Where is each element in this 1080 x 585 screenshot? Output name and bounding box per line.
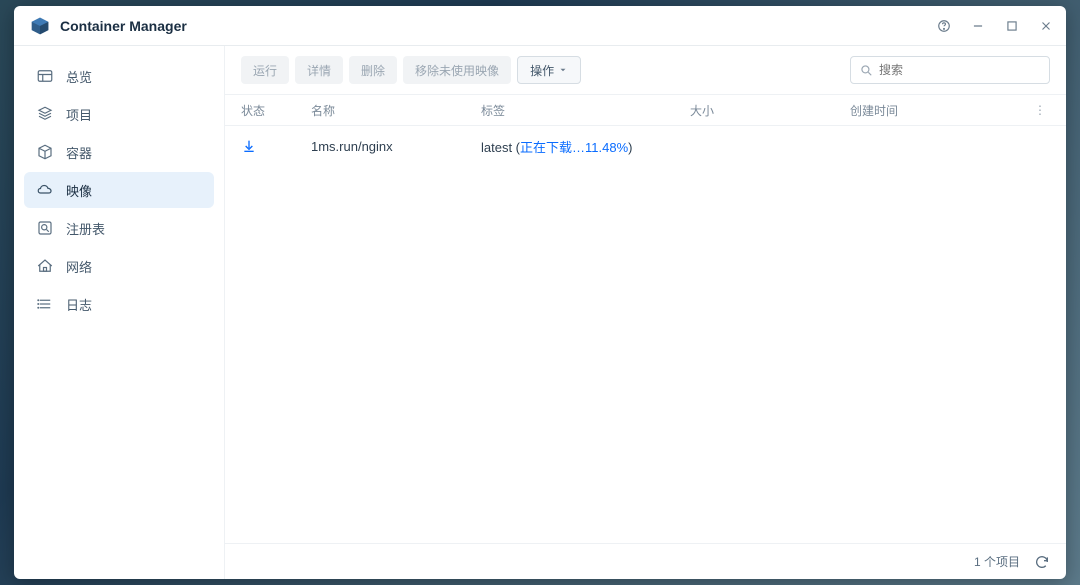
table-row[interactable]: 1ms.run/nginx latest (正在下载…11.48%) [225,126,1066,166]
image-icon [36,181,54,199]
search-icon [859,63,873,77]
sidebar-item-label: 映像 [66,181,92,200]
overview-icon [36,67,54,85]
download-icon [241,138,311,154]
cell-name: 1ms.run/nginx [311,139,481,154]
close-button[interactable] [1038,18,1054,34]
sidebar-item-overview[interactable]: 总览 [24,58,214,94]
table-header: 状态 名称 标签 大小 创建时间 ⋮ [225,94,1066,126]
search-box[interactable] [850,56,1050,84]
column-menu[interactable]: ⋮ [1030,103,1050,117]
column-header-name[interactable]: 名称 [311,102,481,119]
maximize-button[interactable] [1004,18,1020,34]
actions-label: 操作 [530,62,554,79]
download-progress-link[interactable]: 正在下载…11.48% [520,140,628,155]
app-title: Container Manager [60,18,187,34]
app-window: Container Manager 总览 项目 容器 映像 [14,6,1066,579]
column-header-tag[interactable]: 标签 [481,102,690,119]
sidebar-item-label: 日志 [66,295,92,314]
sidebar-item-label: 容器 [66,143,92,162]
refresh-button[interactable] [1034,554,1050,570]
sidebar-item-log[interactable]: 日志 [24,286,214,322]
main-content: 运行 详情 删除 移除未使用映像 操作 状态 名称 标签 大小 创 [224,46,1066,579]
container-icon [36,143,54,161]
app-icon [30,16,50,36]
item-count: 1 个项目 [974,553,1020,570]
sidebar-item-network[interactable]: 网络 [24,248,214,284]
chevron-down-icon [558,65,568,75]
sidebar-item-label: 网络 [66,257,92,276]
column-header-size[interactable]: 大小 [690,102,850,119]
sidebar-item-label: 注册表 [66,219,105,238]
footer: 1 个项目 [225,543,1066,579]
toolbar: 运行 详情 删除 移除未使用映像 操作 [225,46,1066,94]
actions-dropdown[interactable]: 操作 [517,56,581,84]
sidebar-item-label: 总览 [66,67,92,86]
cell-tag: latest (正在下载…11.48%) [481,137,690,156]
network-icon [36,257,54,275]
sidebar-item-container[interactable]: 容器 [24,134,214,170]
titlebar: Container Manager [14,6,1066,46]
search-input[interactable] [879,63,1041,77]
sidebar-item-image[interactable]: 映像 [24,172,214,208]
sidebar: 总览 项目 容器 映像 注册表 网络 [14,46,224,579]
log-icon [36,295,54,313]
registry-icon [36,219,54,237]
column-header-status[interactable]: 状态 [241,102,311,119]
run-button[interactable]: 运行 [241,56,289,84]
sidebar-item-registry[interactable]: 注册表 [24,210,214,246]
project-icon [36,105,54,123]
remove-unused-button[interactable]: 移除未使用映像 [403,56,511,84]
minimize-button[interactable] [970,18,986,34]
sidebar-item-label: 项目 [66,105,92,124]
details-button[interactable]: 详情 [295,56,343,84]
sidebar-item-project[interactable]: 项目 [24,96,214,132]
delete-button[interactable]: 删除 [349,56,397,84]
column-header-created[interactable]: 创建时间 [850,102,1030,119]
help-button[interactable] [936,18,952,34]
